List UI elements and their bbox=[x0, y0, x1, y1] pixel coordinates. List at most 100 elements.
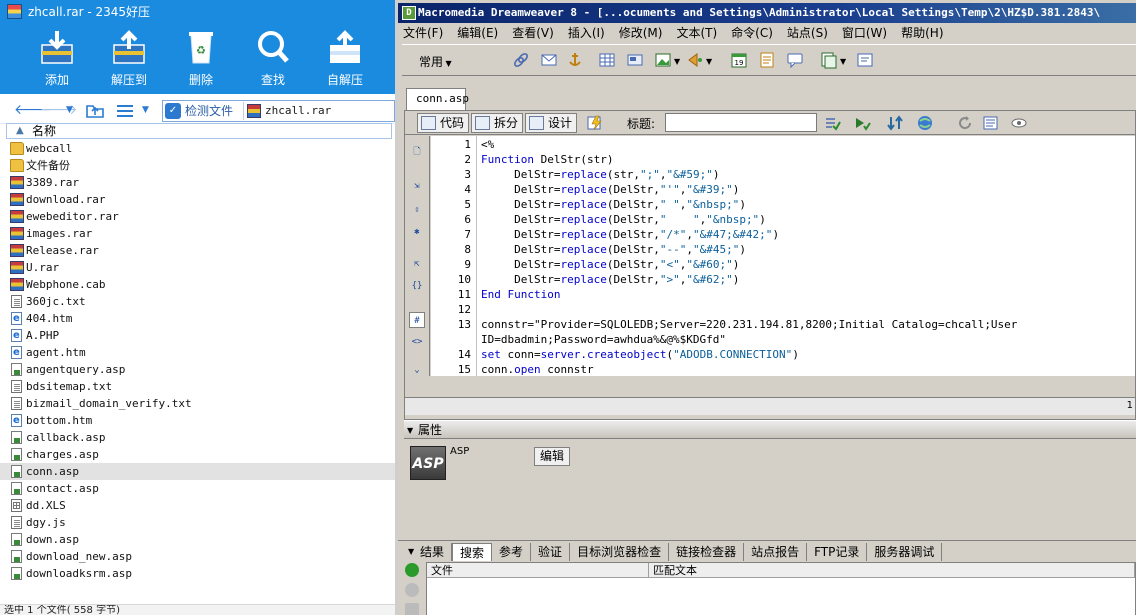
scroll-down-icon[interactable]: ⌄ bbox=[409, 362, 425, 378]
results-tab[interactable]: 参考 bbox=[492, 543, 532, 561]
file-row[interactable]: downloadksrm.asp bbox=[0, 565, 395, 582]
menu-insert[interactable]: 插入(I) bbox=[568, 23, 605, 43]
code-view-button[interactable]: 代码 bbox=[417, 113, 470, 133]
file-row[interactable]: angentquery.asp bbox=[0, 361, 395, 378]
file-row[interactable]: down.asp bbox=[0, 531, 395, 548]
email-link-icon[interactable] bbox=[540, 51, 558, 69]
image-icon[interactable] bbox=[654, 51, 672, 69]
file-row[interactable]: contact.asp bbox=[0, 480, 395, 497]
live-data-icon[interactable] bbox=[587, 115, 603, 131]
file-row[interactable]: dgy.js bbox=[0, 514, 395, 531]
split-view-button[interactable]: 拆分 bbox=[471, 113, 524, 133]
select-parent-tag-icon[interactable]: ⇱ bbox=[409, 256, 425, 272]
results-tab[interactable]: 服务器调试 bbox=[867, 543, 943, 561]
path-bar[interactable]: ✓ 检测文件 zhcall.rar bbox=[162, 100, 395, 122]
visual-aids-icon[interactable] bbox=[1011, 115, 1027, 131]
menu-site[interactable]: 站点(S) bbox=[787, 23, 828, 43]
column-file[interactable]: 文件 bbox=[427, 563, 649, 578]
view-dropdown-icon[interactable]: ▼ bbox=[142, 100, 149, 120]
named-anchor-icon[interactable] bbox=[566, 51, 584, 69]
highlight-invalid-code-icon[interactable]: <> bbox=[409, 334, 425, 350]
results-tab[interactable]: 站点报告 bbox=[744, 543, 808, 561]
open-documents-icon[interactable]: 🗋 bbox=[409, 144, 425, 160]
results-tab[interactable]: 结果 bbox=[406, 543, 453, 561]
add-button[interactable]: 添加 bbox=[21, 24, 93, 94]
column-matched-text[interactable]: 匹配文本 bbox=[649, 563, 1135, 578]
name-column-header[interactable]: ▲ 名称 bbox=[6, 123, 392, 139]
document-title-input[interactable] bbox=[665, 113, 817, 132]
file-row[interactable]: images.rar bbox=[0, 225, 395, 242]
line-numbers-icon[interactable]: # bbox=[409, 312, 425, 328]
menu-modify[interactable]: 修改(M) bbox=[619, 23, 663, 43]
hyperlink-icon[interactable] bbox=[512, 51, 530, 69]
doc-tab-conn-asp[interactable]: conn.asp bbox=[406, 88, 469, 110]
file-row[interactable]: 360jc.txt bbox=[0, 293, 395, 310]
collapse-selection-icon[interactable]: ⇳ bbox=[409, 202, 425, 218]
menu-view[interactable]: 查看(V) bbox=[512, 23, 554, 43]
media-icon[interactable] bbox=[686, 51, 704, 69]
validate-icon[interactable] bbox=[855, 115, 871, 131]
file-row[interactable]: bdsitemap.txt bbox=[0, 378, 395, 395]
file-row[interactable]: Release.rar bbox=[0, 242, 395, 259]
file-row[interactable]: download.rar bbox=[0, 191, 395, 208]
comment-icon[interactable] bbox=[786, 51, 804, 69]
date-icon[interactable]: 19 bbox=[730, 51, 748, 69]
menu-file[interactable]: 文件(F) bbox=[403, 23, 443, 43]
file-row[interactable]: webcall bbox=[0, 140, 395, 157]
expand-all-icon[interactable]: ✱ bbox=[409, 224, 425, 240]
file-row[interactable]: agent.htm bbox=[0, 344, 395, 361]
table-icon[interactable] bbox=[598, 51, 616, 69]
editor-horizontal-scrollbar[interactable]: 1 bbox=[405, 397, 1135, 415]
properties-header[interactable]: 属性 bbox=[404, 420, 1136, 440]
find-button[interactable]: 查找 bbox=[237, 24, 309, 94]
file-row[interactable]: 3389.rar bbox=[0, 174, 395, 191]
menu-window[interactable]: 窗口(W) bbox=[842, 23, 887, 43]
file-row[interactable]: U.rar bbox=[0, 259, 395, 276]
results-tab[interactable]: FTP记录 bbox=[807, 543, 868, 561]
up-folder-icon[interactable] bbox=[86, 102, 104, 122]
edit-button[interactable]: 编辑 bbox=[534, 447, 570, 466]
menu-help[interactable]: 帮助(H) bbox=[901, 23, 943, 43]
file-row[interactable]: bottom.htm bbox=[0, 412, 395, 429]
media-dropdown-icon[interactable]: ▼ bbox=[706, 57, 724, 75]
menu-text[interactable]: 文本(T) bbox=[676, 23, 717, 43]
file-row[interactable]: download_new.asp bbox=[0, 548, 395, 565]
menu-commands[interactable]: 命令(C) bbox=[731, 23, 773, 43]
file-row[interactable]: bizmail_domain_verify.txt bbox=[0, 395, 395, 412]
delete-button[interactable]: ♻ 删除 bbox=[165, 24, 237, 94]
layer-icon[interactable] bbox=[626, 51, 644, 69]
extract-to-button[interactable]: 解压到 bbox=[93, 24, 165, 94]
history-dropdown-icon[interactable]: ▼ bbox=[66, 100, 73, 120]
file-row[interactable]: A.PHP bbox=[0, 327, 395, 344]
results-tab[interactable]: 验证 bbox=[531, 543, 571, 561]
file-management-icon[interactable] bbox=[887, 115, 903, 131]
tag-chooser-icon[interactable] bbox=[856, 51, 874, 69]
results-tab[interactable]: 搜索 bbox=[452, 543, 493, 561]
scan-file-label[interactable]: 检测文件 bbox=[185, 101, 233, 121]
view-list-icon[interactable] bbox=[116, 104, 134, 124]
file-row[interactable]: ewebeditor.rar bbox=[0, 208, 395, 225]
menu-edit[interactable]: 编辑(E) bbox=[457, 23, 498, 43]
file-row[interactable]: 文件备份 bbox=[0, 157, 395, 174]
refresh-icon[interactable] bbox=[957, 115, 973, 131]
file-row[interactable]: 404.htm bbox=[0, 310, 395, 327]
self-extract-button[interactable]: 自解压 bbox=[309, 24, 381, 94]
file-row[interactable]: conn.asp bbox=[0, 463, 395, 480]
view-options-icon[interactable] bbox=[983, 115, 999, 131]
file-row[interactable]: charges.asp bbox=[0, 446, 395, 463]
collapse-full-tag-icon[interactable]: ⇲ bbox=[409, 178, 425, 194]
stop-icon[interactable] bbox=[405, 583, 419, 597]
results-tab[interactable]: 目标浏览器检查 bbox=[570, 543, 670, 561]
insert-category-dropdown[interactable]: 常用 bbox=[419, 53, 452, 70]
file-row[interactable]: dd.XLS bbox=[0, 497, 395, 514]
balance-braces-icon[interactable]: {} bbox=[409, 278, 425, 294]
file-row[interactable]: callback.asp bbox=[0, 429, 395, 446]
play-icon[interactable] bbox=[405, 563, 419, 577]
preview-in-browser-icon[interactable] bbox=[917, 115, 933, 131]
server-side-include-icon[interactable] bbox=[758, 51, 776, 69]
results-tab[interactable]: 链接检查器 bbox=[669, 543, 745, 561]
templates-icon[interactable] bbox=[820, 51, 838, 69]
file-row[interactable]: Webphone.cab bbox=[0, 276, 395, 293]
code-editor[interactable]: 1 2 3 4 5 6 7 8 9 10 11 12 13 14 15 <% Function DelStr(… bbox=[431, 136, 1135, 376]
save-report-icon[interactable] bbox=[405, 603, 419, 615]
